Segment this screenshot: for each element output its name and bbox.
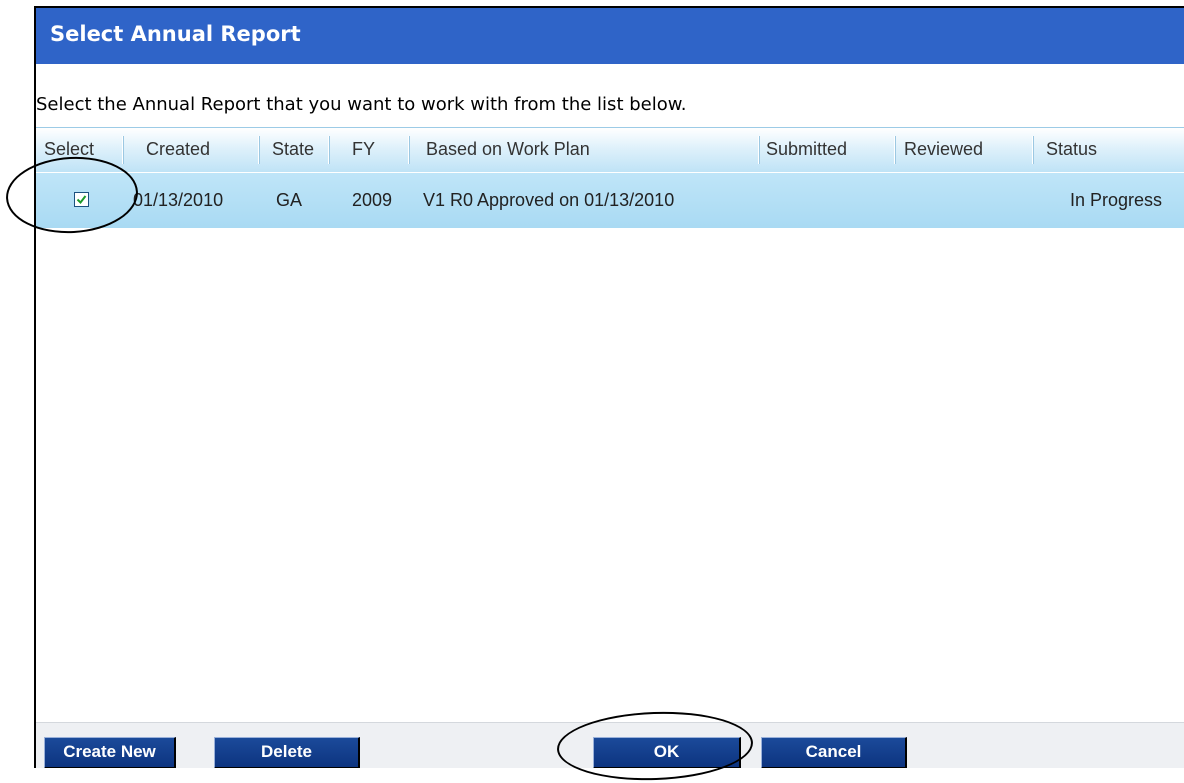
column-separator [122,136,123,164]
cell-created: 01/13/2010 [133,190,224,210]
row-select-checkbox[interactable] [74,192,89,207]
column-separator [408,136,409,164]
column-header-state[interactable]: State [272,139,314,160]
column-separator [758,136,759,164]
column-header-fy[interactable]: FY [352,139,375,160]
column-header-reviewed[interactable]: Reviewed [904,139,983,160]
grid-header: Select Created State FY Based on Work Pl… [36,127,1184,172]
column-separator [328,136,329,164]
column-header-created[interactable]: Created [146,139,210,160]
ok-button[interactable]: OK [593,737,741,768]
cell-based-on-work-plan: V1 R0 Approved on 01/13/2010 [423,190,675,210]
checkmark-icon [76,195,87,205]
button-bar: Create New Delete OK Cancel [36,722,1184,768]
table-row[interactable]: 01/13/2010 GA 2009 V1 R0 Approved on 01/… [36,173,1184,228]
column-header-submitted[interactable]: Submitted [766,139,847,160]
column-separator [258,136,259,164]
cell-status: In Progress [1070,190,1163,210]
grid-empty-area [36,228,1184,722]
column-separator [1032,136,1033,164]
column-header-status[interactable]: Status [1046,139,1097,160]
instructions-text: Select the Annual Report that you want t… [36,94,687,115]
cell-fy: 2009 [352,190,393,210]
title-bar: Select Annual Report [36,8,1184,64]
select-annual-report-dialog: Select Annual Report Select the Annual R… [34,6,1184,768]
column-header-select[interactable]: Select [44,139,94,160]
column-separator [894,136,895,164]
create-new-button[interactable]: Create New [44,737,176,768]
cell-state: GA [276,190,303,210]
delete-button[interactable]: Delete [214,737,360,768]
cancel-button[interactable]: Cancel [761,737,907,768]
dialog-title: Select Annual Report [50,22,301,46]
column-header-based-on-work-plan[interactable]: Based on Work Plan [426,139,590,160]
